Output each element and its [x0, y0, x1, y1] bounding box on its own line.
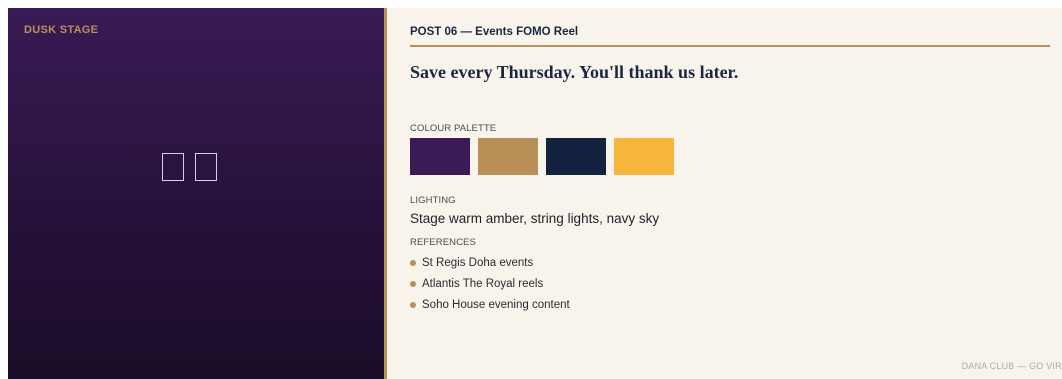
bullet-icon — [410, 280, 416, 287]
palette-swatch-purple — [410, 138, 470, 175]
post-frame: DUSK STAGE POST 06 — Events FOMO Reel Sa… — [8, 8, 1062, 379]
palette-label: COLOUR PALETTE — [410, 123, 497, 134]
palette-swatch-amber — [614, 138, 674, 175]
references-label: REFERENCES — [410, 237, 476, 248]
empty-box-glyph-icon — [195, 153, 217, 181]
bullet-icon — [410, 301, 416, 308]
post-title: POST 06 — Events FOMO Reel — [410, 26, 579, 38]
post-headline: Save every Thursday. You'll thank us lat… — [410, 62, 739, 82]
lighting-value: Stage warm amber, string lights, navy sk… — [410, 211, 660, 226]
post-detail-card: POST 06 — Events FOMO Reel Save every Th… — [387, 8, 1062, 379]
list-item: Soho House evening content — [410, 294, 570, 315]
references-list: St Regis Doha events Atlantis The Royal … — [410, 252, 570, 315]
colour-palette — [410, 138, 674, 175]
empty-box-glyph-icon — [162, 153, 184, 181]
stage-label: DUSK STAGE — [24, 24, 99, 36]
list-item: Atlantis The Royal reels — [410, 273, 570, 294]
reference-text: St Regis Doha events — [422, 256, 534, 269]
reference-text: Atlantis The Royal reels — [422, 277, 544, 290]
list-item: St Regis Doha events — [410, 252, 570, 273]
stage-preview-panel: DUSK STAGE — [8, 8, 384, 379]
missing-glyph-row — [162, 153, 217, 181]
lighting-label: LIGHTING — [410, 195, 456, 206]
palette-swatch-navy — [546, 138, 606, 175]
footer-brand: DANA CLUB — GO VIRA — [961, 361, 1062, 371]
title-underline — [410, 45, 1050, 47]
reference-text: Soho House evening content — [422, 298, 570, 311]
palette-swatch-gold — [478, 138, 538, 175]
bullet-icon — [410, 259, 416, 266]
